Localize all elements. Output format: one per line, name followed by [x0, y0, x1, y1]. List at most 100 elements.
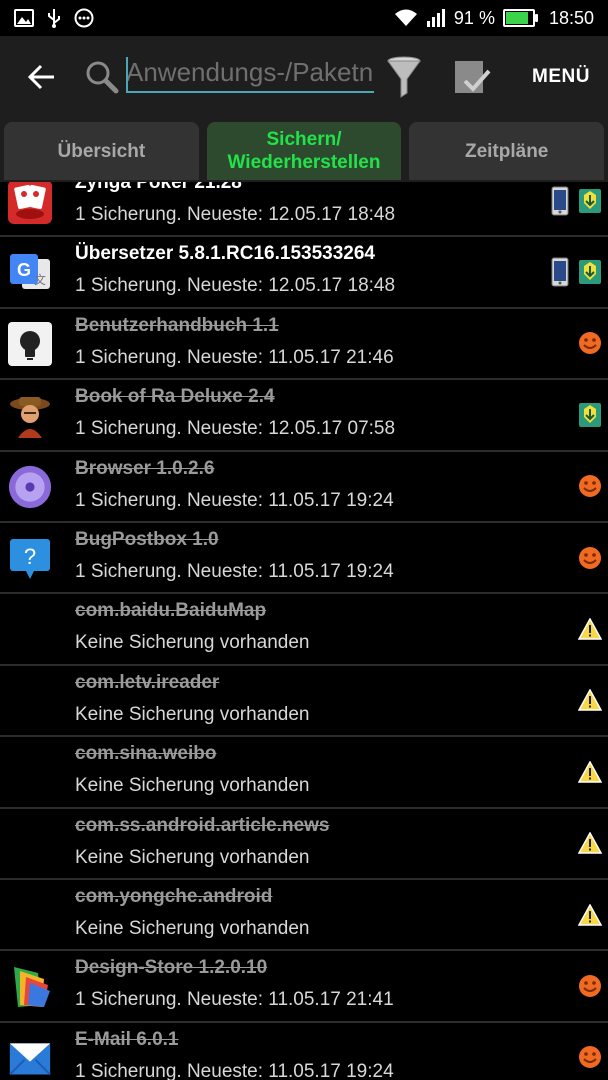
tab-label: Zeitpläne: [464, 140, 549, 162]
status-badges: [578, 544, 602, 572]
backup-status: 1 Sicherung. Neueste: 11.05.17 21:46: [75, 346, 394, 368]
app-name: Browser 1.0.2.6: [75, 457, 215, 479]
battery-percent: 91 %: [453, 7, 495, 28]
backup-status: 1 Sicherung. Neueste: 11.05.17 19:24: [75, 1060, 394, 1080]
question-bubble-icon: ?: [8, 537, 52, 581]
app-name: com.ss.android.article.news: [75, 814, 330, 836]
app-list-item[interactable]: com.ss.android.article.news Keine Sicheru…: [0, 809, 608, 880]
svg-text:G: G: [17, 260, 31, 280]
notification-icons: [0, 8, 94, 28]
frozen-face-icon: [578, 1043, 602, 1071]
warning-icon: [578, 615, 602, 643]
app-name: Benutzerhandbuch 1.1: [75, 314, 279, 336]
system-icons: 91 % 18:50: [394, 8, 608, 29]
app-name: com.letv.ireader: [75, 671, 220, 693]
backup-status: 1 Sicherung. Neueste: 12.05.17 07:58: [75, 418, 396, 440]
frozen-face-icon: [578, 472, 602, 500]
status-badges: [578, 829, 602, 857]
status-bar: 91 % 18:50: [0, 0, 608, 36]
signal-icon: [426, 8, 446, 28]
status-badges: [578, 472, 602, 500]
tab-overview[interactable]: Übersicht: [4, 122, 199, 180]
search-input[interactable]: [126, 53, 374, 93]
tab-schedules[interactable]: Zeitpläne: [409, 122, 605, 180]
backup-status: Keine Sicherung vorhanden: [75, 703, 310, 725]
funnel-icon: [387, 56, 421, 98]
search-field[interactable]: [126, 53, 374, 101]
status-badges: [578, 972, 602, 1000]
tab-label: Sichern/ Wiederherstellen: [227, 129, 381, 173]
app-list-item[interactable]: com.baidu.BaiduMap Keine Sicherung vorhan…: [0, 594, 608, 666]
app-name: BugPostbox 1.0: [75, 529, 219, 550]
warning-icon: [578, 829, 602, 857]
text-caret: [126, 57, 128, 91]
status-badges: [578, 1043, 602, 1071]
app-name: Übersetzer 5.8.1.RC16.153533264: [75, 243, 375, 265]
backup-status: 1 Sicherung. Neueste: 12.05.17 18:48: [75, 204, 396, 225]
app-list-item[interactable]: com.letv.ireader Keine Sicherung vorhande…: [0, 666, 608, 738]
backup-status: Keine Sicherung vorhanden: [75, 918, 310, 939]
app-list-item[interactable]: Browser 1.0.2.6 1 Sicherung. Neueste: 11.…: [0, 452, 608, 523]
frozen-face-icon: [578, 329, 602, 357]
back-arrow-icon: [28, 64, 54, 90]
app-name: com.baidu.BaiduMap: [75, 600, 267, 622]
image-notification-icon: [14, 8, 34, 28]
svg-text:?: ?: [24, 544, 36, 569]
backup-status: Keine Sicherung vorhanden: [75, 775, 310, 797]
app-list-item[interactable]: E-Mail 6.0.1 1 Sicherung. Neueste: 11.05.…: [0, 1023, 608, 1080]
tab-bar: Übersicht Sichern/ Wiederherstellen Zeit…: [0, 118, 608, 182]
status-badges: [548, 186, 602, 216]
filter-button[interactable]: [380, 49, 428, 105]
usb-icon: [44, 8, 64, 28]
batch-select-button[interactable]: [448, 49, 496, 105]
phone-icon: [548, 257, 572, 287]
apk-backup-icon: [578, 401, 602, 429]
translate-icon: G文: [8, 251, 52, 295]
status-badges: [578, 901, 602, 929]
svg-text:文: 文: [34, 272, 46, 287]
poker-icon: [8, 182, 52, 224]
menu-button[interactable]: MENÜ: [532, 66, 590, 88]
app-list-item[interactable]: com.sina.weibo Keine Sicherung vorhanden: [0, 737, 608, 809]
warning-icon: [578, 758, 602, 786]
app-list-item[interactable]: Benutzerhandbuch 1.1 1 Sicherung. Neueste…: [0, 309, 608, 381]
clock: 18:50: [548, 7, 594, 28]
phone-icon: [548, 186, 572, 216]
app-name: Design-Store 1.2.0.10: [75, 957, 268, 979]
status-badges: [548, 257, 602, 287]
adventurer-icon: [8, 394, 52, 438]
app-list-item[interactable]: Zynga Poker 21.28 1 Sicherung. Neueste: 1…: [0, 182, 608, 238]
backup-status: 1 Sicherung. Neueste: 11.05.17 21:41: [75, 989, 394, 1011]
status-badges: [578, 329, 602, 357]
search-icon: [82, 57, 122, 97]
app-list-item[interactable]: Design-Store 1.2.0.10 1 Sicherung. Neuest…: [0, 951, 608, 1023]
tab-label: Übersicht: [57, 140, 146, 162]
status-badges: [578, 686, 602, 714]
more-notifications-icon: [74, 8, 94, 28]
wifi-icon: [394, 8, 418, 28]
battery-fill: [505, 12, 528, 24]
app-name: Book of Ra Deluxe 2.4: [75, 386, 275, 408]
app-name: Zynga Poker 21.28: [75, 182, 242, 193]
frozen-face-icon: [578, 972, 602, 1000]
tab-backup-restore[interactable]: Sichern/ Wiederherstellen: [206, 122, 402, 180]
backup-status: 1 Sicherung. Neueste: 11.05.17 19:24: [75, 489, 394, 511]
app-name: com.sina.weibo: [75, 743, 217, 765]
app-list: Zynga Poker 21.28 1 Sicherung. Neueste: 1…: [0, 182, 608, 1080]
status-badges: [578, 758, 602, 786]
app-name: E-Mail 6.0.1: [75, 1028, 179, 1050]
lightbulb-icon: [8, 322, 52, 367]
app-list-item[interactable]: G 文 Übersetzer 5.8.1.RC16.153533264 1 Siche…: [0, 237, 608, 309]
frozen-face-icon: [578, 544, 602, 572]
backup-status: 1 Sicherung. Neueste: 11.05.17 19:24: [75, 561, 394, 582]
app-list-item[interactable]: Book of Ra Deluxe 2.4 1 Sicherung. Neuest…: [0, 380, 608, 452]
app-list-item[interactable]: ? BugPostbox 1.0 1 Sicherung. Neueste: 11.…: [0, 523, 608, 595]
app-name: com.yongche.android: [75, 886, 273, 907]
design-store-icon: [8, 965, 52, 1009]
backup-status: Keine Sicherung vorhanden: [75, 632, 310, 654]
back-button[interactable]: [14, 49, 70, 105]
battery-icon: [502, 9, 538, 27]
status-badges: [578, 401, 602, 429]
backup-status: Keine Sicherung vorhanden: [75, 846, 310, 868]
app-list-item[interactable]: com.yongche.android Keine Sicherung vorha…: [0, 880, 608, 952]
